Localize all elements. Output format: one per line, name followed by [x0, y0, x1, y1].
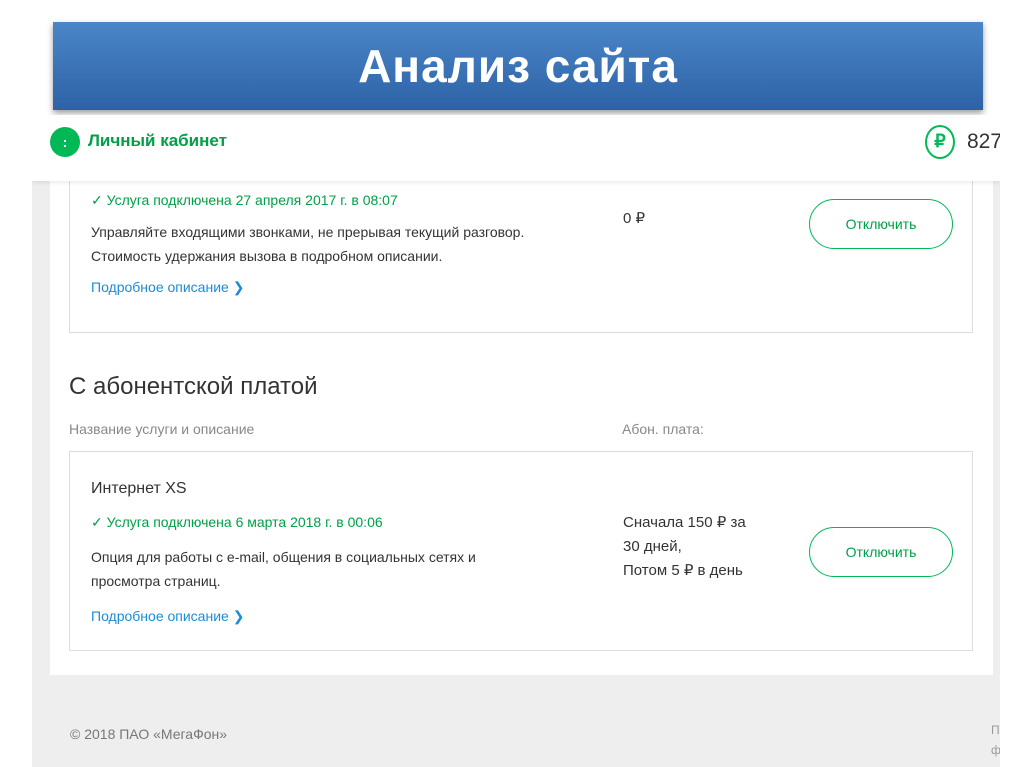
- megafon-logo-icon[interactable]: :: [50, 127, 80, 157]
- price-line: Потом 5 ₽ в день: [623, 562, 743, 579]
- ruble-icon: ₽: [925, 125, 955, 159]
- footer-copyright: © 2018 ПАО «МегаФон»: [70, 726, 228, 742]
- disconnect-button[interactable]: Отключить: [809, 527, 953, 577]
- service-status: ✓ Услуга подключена 27 апреля 2017 г. в …: [91, 192, 398, 208]
- column-header-name: Название услуги и описание: [69, 421, 255, 437]
- service-status: ✓ Услуга подключена 6 марта 2018 г. в 00…: [91, 514, 383, 530]
- service-name: Интернет XS: [91, 480, 187, 497]
- price-line: Сначала 150 ₽ за: [623, 514, 746, 531]
- balance[interactable]: 827,: [967, 130, 1000, 154]
- description-line: Стоимость удержания вызова в подробном о…: [91, 248, 443, 264]
- section-title: С абонентской платой: [69, 373, 318, 400]
- details-link[interactable]: Подробное описание ❯: [91, 608, 244, 625]
- price-line: 30 дней,: [623, 538, 682, 555]
- screenshot: : Личный кабинет ₽ 827, ✓ Услуга подключ…: [32, 115, 1000, 767]
- footer-side-text: ф: [991, 743, 1000, 757]
- services-panel: ✓ Услуга подключена 27 апреля 2017 г. в …: [50, 171, 993, 675]
- footer-side-text: П: [991, 723, 1000, 737]
- brand-title[interactable]: Личный кабинет: [88, 131, 227, 151]
- site-header: : Личный кабинет ₽ 827,: [32, 115, 1000, 181]
- column-header-fee: Абон. плата:: [622, 421, 704, 437]
- disconnect-button[interactable]: Отключить: [809, 199, 953, 249]
- description-line: Управляйте входящими звонками, не прерыв…: [91, 224, 525, 240]
- service-price: 0 ₽: [623, 210, 646, 227]
- description-line: просмотра страниц.: [91, 573, 221, 589]
- service-description: Управляйте входящими звонками, не прерыв…: [91, 220, 524, 268]
- service-description: Опция для работы с e-mail, общения в соц…: [91, 545, 476, 593]
- slide-title: Анализ сайта: [358, 40, 678, 92]
- service-price: Сначала 150 ₽ за 30 дней, Потом 5 ₽ в де…: [623, 511, 746, 583]
- slide-title-banner: Анализ сайта: [53, 22, 983, 110]
- service-card: Интернет XS ✓ Услуга подключена 6 марта …: [69, 451, 973, 651]
- description-line: Опция для работы с e-mail, общения в соц…: [91, 549, 476, 565]
- details-link[interactable]: Подробное описание ❯: [91, 279, 244, 296]
- service-card: ✓ Услуга подключена 27 апреля 2017 г. в …: [69, 171, 973, 333]
